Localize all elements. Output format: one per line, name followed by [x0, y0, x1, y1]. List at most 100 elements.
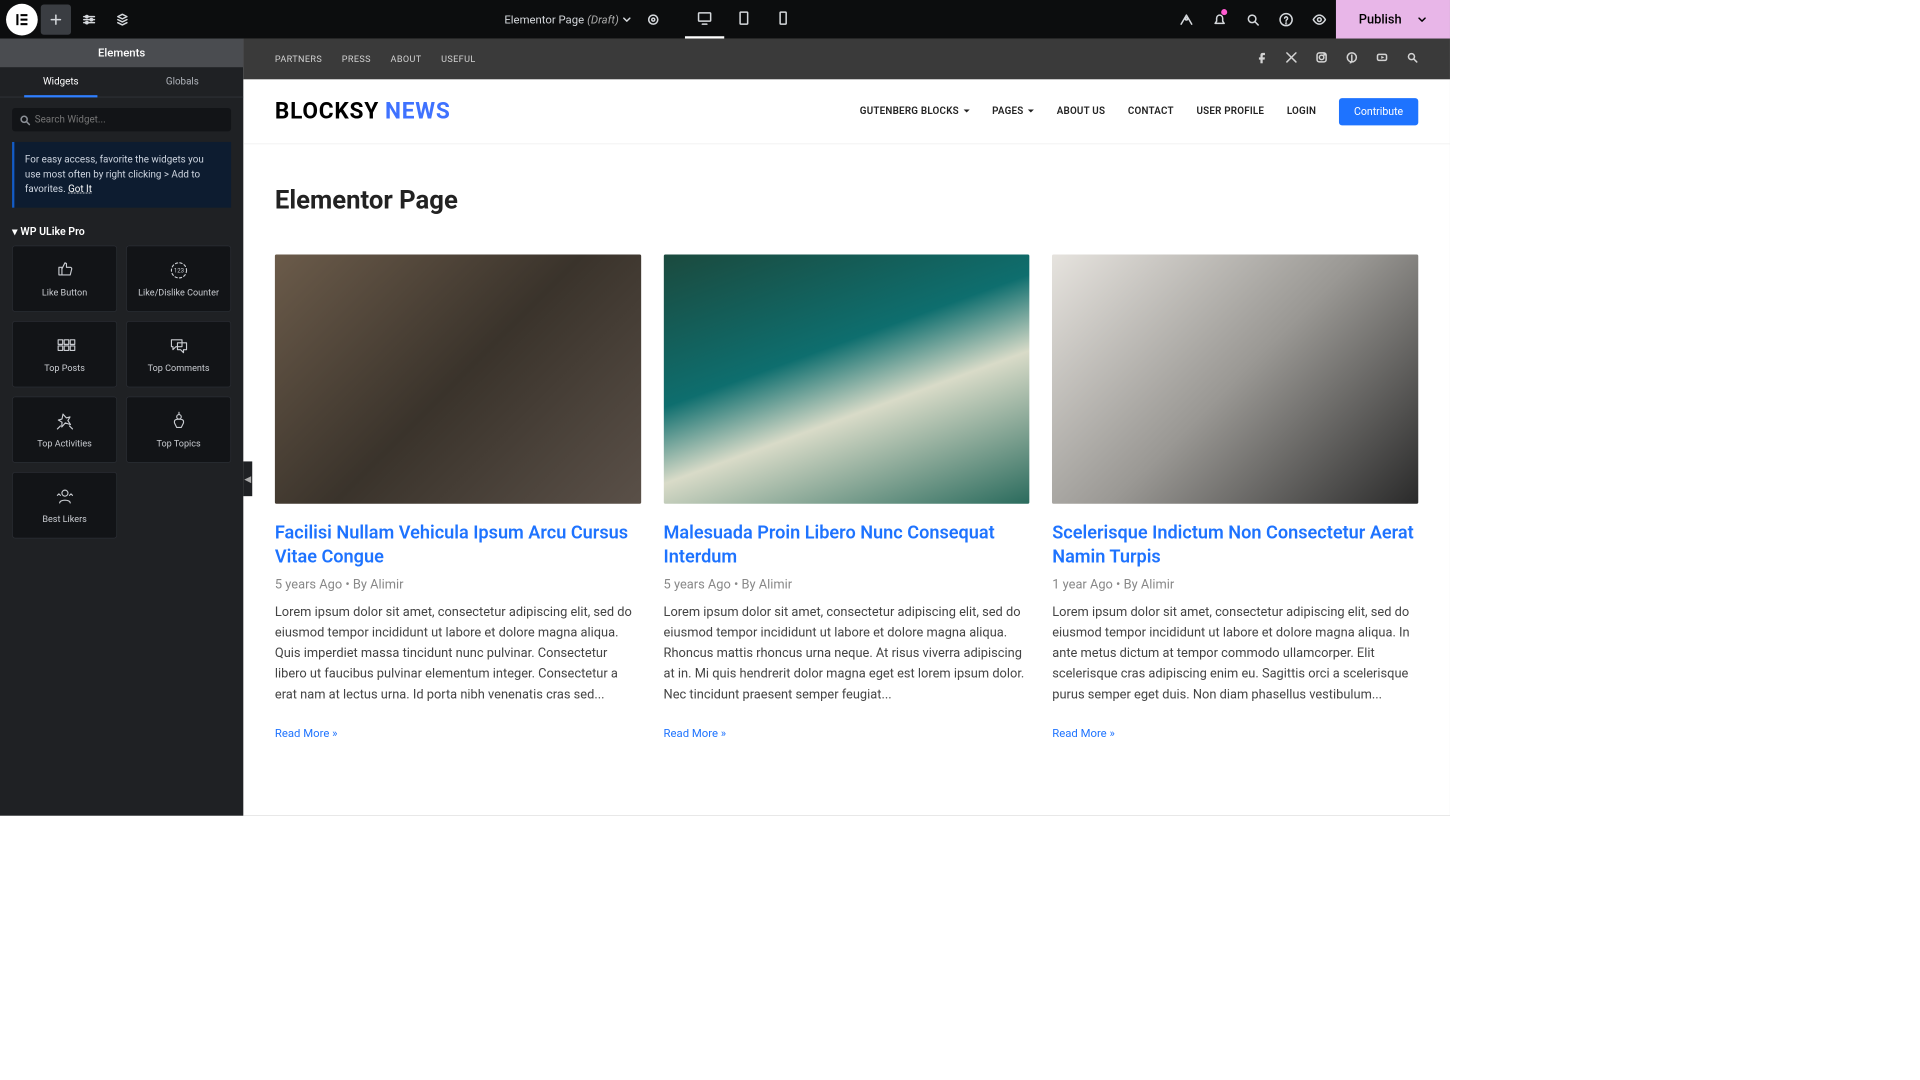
widget-label: Like/Dislike Counter	[138, 287, 219, 298]
facebook-icon[interactable]	[1255, 51, 1267, 66]
post-image[interactable]	[275, 255, 641, 504]
nav-user-profile[interactable]: USER PROFILE	[1196, 106, 1264, 117]
hint-text: For easy access, favorite the widgets yo…	[25, 154, 204, 195]
widget-label: Top Comments	[148, 362, 210, 373]
structure-icon[interactable]	[107, 4, 137, 34]
add-element-button[interactable]	[41, 4, 71, 34]
x-icon[interactable]	[1285, 51, 1297, 66]
post-card: Facilisi Nullam Vehicula Ipsum Arcu Curs…	[275, 255, 641, 740]
publish-button[interactable]: Publish	[1336, 0, 1450, 39]
post-card: Malesuada Proin Libero Nunc Consequat In…	[664, 255, 1030, 740]
main-nav: GUTENBERG BLOCKS PAGES ABOUT US CONTACT …	[860, 98, 1418, 125]
widget-best-likers[interactable]: Best Likers	[12, 472, 117, 538]
topnav-item[interactable]: USEFUL	[441, 54, 475, 65]
brand-b: NEWS	[385, 98, 451, 124]
notifications-icon[interactable]	[1203, 0, 1236, 39]
nav-about-us[interactable]: ABOUT US	[1057, 106, 1105, 117]
site-header: BLOCKSY NEWS GUTENBERG BLOCKS PAGES ABOU…	[243, 79, 1450, 144]
help-icon[interactable]	[1270, 0, 1303, 39]
svg-text:123: 123	[174, 267, 184, 274]
youtube-icon[interactable]	[1376, 51, 1388, 66]
topnav-item[interactable]: PARTNERS	[275, 54, 322, 65]
widget-top-activities[interactable]: Top Activities	[12, 396, 117, 462]
topnav-item[interactable]: ABOUT	[391, 54, 422, 65]
read-more-link[interactable]: Read More »	[275, 726, 338, 740]
post-image[interactable]	[1052, 255, 1418, 504]
page-settings-icon[interactable]	[638, 4, 668, 34]
chevron-down-icon	[1417, 14, 1428, 25]
brand-a: BLOCKSY	[275, 98, 379, 124]
post-author[interactable]: By Alimir	[1124, 577, 1175, 592]
widget-label: Top Activities	[37, 438, 92, 449]
post-date: 5 years Ago	[275, 577, 342, 592]
post-title[interactable]: Malesuada Proin Libero Nunc Consequat In…	[664, 520, 1030, 569]
doc-status: (Draft)	[587, 12, 619, 26]
chevron-down-icon	[622, 14, 633, 25]
search-icon[interactable]	[1236, 0, 1269, 39]
post-author[interactable]: By Alimir	[353, 577, 404, 592]
page-title: Elementor Page	[275, 185, 1418, 215]
contribute-button[interactable]: Contribute	[1339, 98, 1418, 125]
post-author[interactable]: By Alimir	[742, 577, 793, 592]
panel-title: Elements	[0, 39, 243, 68]
search-widget[interactable]	[12, 108, 231, 131]
nav-pages[interactable]: PAGES	[992, 106, 1034, 117]
caret-down-icon: ▾	[12, 225, 17, 237]
post-card: Scelerisque Indictum Non Consectetur Aer…	[1052, 255, 1418, 740]
search-icon	[20, 114, 31, 125]
topnav-item[interactable]: PRESS	[342, 54, 371, 65]
elements-panel: Elements Widgets Globals For easy access…	[0, 39, 243, 816]
post-excerpt: Lorem ipsum dolor sit amet, consectetur …	[664, 602, 1030, 705]
preview-canvas: PARTNERS PRESS ABOUT USEFUL BLOCKSY	[243, 39, 1450, 816]
instagram-icon[interactable]	[1316, 51, 1328, 66]
widget-like-dislike-counter[interactable]: 123 Like/Dislike Counter	[126, 245, 231, 311]
post-date: 5 years Ago	[664, 577, 731, 592]
nav-login[interactable]: LOGIN	[1287, 106, 1316, 117]
widget-label: Top Topics	[157, 438, 201, 449]
category-label: WP ULike Pro	[20, 225, 84, 237]
widget-category[interactable]: ▾ WP ULike Pro	[12, 225, 231, 237]
document-title[interactable]: Elementor Page (Draft)	[504, 12, 632, 26]
topbar: Elementor Page (Draft)	[0, 0, 1450, 39]
search-input[interactable]	[35, 114, 224, 125]
tab-widgets[interactable]: Widgets	[0, 67, 122, 96]
nav-gutenberg-blocks[interactable]: GUTENBERG BLOCKS	[860, 106, 970, 117]
read-more-link[interactable]: Read More »	[664, 726, 727, 740]
widget-label: Like Button	[42, 287, 87, 298]
device-mobile[interactable]	[764, 0, 803, 39]
favorites-hint: For easy access, favorite the widgets yo…	[12, 142, 231, 207]
device-desktop[interactable]	[685, 0, 724, 39]
posts-grid: Facilisi Nullam Vehicula Ipsum Arcu Curs…	[275, 255, 1418, 740]
device-tablet[interactable]	[725, 0, 764, 39]
widget-like-button[interactable]: Like Button	[12, 245, 117, 311]
publish-label: Publish	[1359, 12, 1402, 27]
widget-label: Best Likers	[42, 513, 86, 524]
post-excerpt: Lorem ipsum dolor sit amet, consectetur …	[1052, 602, 1418, 705]
widget-top-comments[interactable]: Top Comments	[126, 321, 231, 387]
search-icon[interactable]	[1406, 51, 1418, 66]
tab-globals[interactable]: Globals	[122, 67, 244, 96]
widget-label: Top Posts	[44, 362, 85, 373]
post-title[interactable]: Facilisi Nullam Vehicula Ipsum Arcu Curs…	[275, 520, 641, 569]
finder-icon[interactable]	[1170, 0, 1203, 39]
post-date: 1 year Ago	[1052, 577, 1113, 592]
preview-icon[interactable]	[1303, 0, 1336, 39]
post-image[interactable]	[664, 255, 1030, 504]
read-more-link[interactable]: Read More »	[1052, 726, 1115, 740]
hint-got-it[interactable]: Got It	[68, 184, 92, 195]
post-meta: 5 years Ago • By Alimir	[664, 577, 1030, 592]
collapse-panel[interactable]: ◀	[243, 461, 252, 496]
post-title[interactable]: Scelerisque Indictum Non Consectetur Aer…	[1052, 520, 1418, 569]
post-excerpt: Lorem ipsum dolor sit amet, consectetur …	[275, 602, 641, 705]
settings-icon[interactable]	[74, 4, 104, 34]
nav-contact[interactable]: CONTACT	[1128, 106, 1174, 117]
doc-name: Elementor Page	[504, 12, 584, 26]
site-topbar: PARTNERS PRESS ABOUT USEFUL	[243, 39, 1450, 80]
widget-top-posts[interactable]: Top Posts	[12, 321, 117, 387]
elementor-logo[interactable]	[6, 3, 38, 35]
post-meta: 1 year Ago • By Alimir	[1052, 577, 1418, 592]
pinterest-icon[interactable]	[1346, 51, 1358, 66]
site-brand[interactable]: BLOCKSY NEWS	[275, 98, 451, 124]
post-meta: 5 years Ago • By Alimir	[275, 577, 641, 592]
widget-top-topics[interactable]: Top Topics	[126, 396, 231, 462]
